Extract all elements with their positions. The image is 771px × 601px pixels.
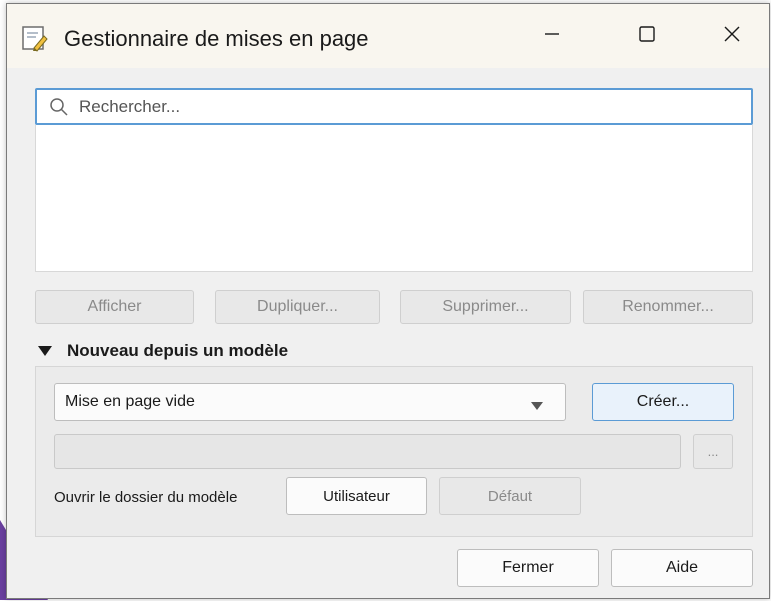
browse-button[interactable]: ... — [693, 434, 733, 469]
afficher-button[interactable]: Afficher — [35, 290, 194, 324]
collapse-triangle-icon — [37, 344, 53, 358]
renommer-button[interactable]: Renommer... — [583, 290, 753, 324]
default-folder-button[interactable]: Défaut — [439, 477, 581, 515]
dialog-content: Afficher Dupliquer... Supprimer... Renom… — [7, 68, 769, 598]
layout-manager-app-icon — [22, 26, 48, 52]
chevron-down-icon — [531, 398, 543, 410]
section-title: Nouveau depuis un modèle — [67, 341, 289, 360]
open-folder-label: Ouvrir le dossier du modèle — [54, 489, 238, 506]
close-button[interactable]: Fermer — [457, 549, 599, 587]
minimize-button[interactable] — [527, 14, 577, 58]
maximize-icon — [637, 24, 657, 49]
supprimer-button[interactable]: Supprimer... — [400, 290, 571, 324]
search-icon — [49, 97, 69, 117]
template-select-value: Mise en page vide — [65, 393, 195, 410]
template-path-field[interactable] — [54, 434, 681, 469]
close-window-button[interactable] — [707, 14, 757, 58]
search-box[interactable] — [35, 88, 753, 125]
layouts-list[interactable] — [35, 125, 753, 272]
maximize-button[interactable] — [622, 14, 672, 58]
template-select[interactable]: Mise en page vide — [54, 383, 566, 421]
user-folder-button[interactable]: Utilisateur — [286, 477, 427, 515]
minimize-icon — [542, 24, 562, 49]
close-icon — [722, 24, 742, 49]
new-from-template-toggle[interactable]: Nouveau depuis un modèle — [37, 336, 288, 366]
search-input[interactable] — [79, 93, 739, 121]
help-button[interactable]: Aide — [611, 549, 753, 587]
window-title: Gestionnaire de mises en page — [64, 26, 369, 51]
create-button[interactable]: Créer... — [592, 383, 734, 421]
template-group: Mise en page vide Créer... ... Ouvrir le… — [35, 366, 753, 537]
layout-manager-dialog: Gestionnaire de mises en page Rechercher… — [6, 3, 770, 599]
dupliquer-button[interactable]: Dupliquer... — [215, 290, 380, 324]
title-bar[interactable]: Gestionnaire de mises en page — [7, 4, 769, 68]
